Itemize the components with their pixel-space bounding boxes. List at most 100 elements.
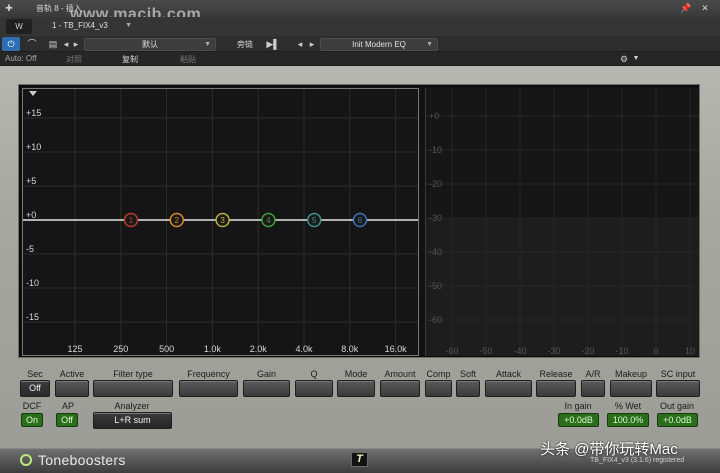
meter-y-tick-label: -50 — [429, 281, 442, 291]
makeup-control[interactable] — [610, 380, 652, 397]
x-tick-label: 8.0k — [341, 344, 359, 354]
soft-control[interactable] — [456, 380, 480, 397]
eq-band-handle-5[interactable]: 5 — [306, 212, 322, 228]
sc-input-control[interactable] — [656, 380, 700, 397]
host-toolbar: ⏻ ⌒ ▤ ◂ ▸ 默认 ▼ 旁链 ▶▌ ◂ ▸ Init Modern EQ … — [0, 36, 720, 52]
caption-watermark: 头条 @带你玩转Mac — [540, 441, 678, 458]
plugin-icon: W — [6, 19, 32, 34]
meter-x-tick-label: -40 — [513, 346, 526, 356]
filter-type-label: Filter type — [113, 369, 153, 379]
eq-band-handle-4[interactable]: 4 — [261, 212, 276, 228]
sec-control[interactable]: Off — [20, 380, 50, 397]
chevron-down-icon: ▼ — [426, 41, 433, 48]
plus-icon[interactable]: ✚ — [3, 0, 15, 16]
meter-y-tick-label: -20 — [429, 179, 442, 189]
y-tick-label: +15 — [26, 108, 41, 118]
q-label: Q — [310, 369, 318, 379]
meter-x-tick-label: 10 — [685, 346, 695, 356]
analyzer-label: Analyzer — [114, 401, 150, 411]
eq-band-handle-2[interactable]: 2 — [169, 212, 185, 228]
arrow-right-icon[interactable]: ▸ — [308, 37, 316, 51]
auto-label[interactable]: Auto: Off — [5, 54, 36, 63]
arrow-left-icon[interactable]: ◂ — [296, 37, 304, 51]
sidechain-label[interactable]: 旁链 — [237, 39, 253, 50]
meter-x-tick-label: -10 — [615, 346, 628, 356]
svg-text:2: 2 — [175, 216, 180, 225]
meter-y-tick-label: -40 — [429, 247, 442, 257]
ap-toggle[interactable]: Off — [56, 413, 78, 427]
compare-button[interactable]: 对照 — [66, 54, 82, 65]
comp-control[interactable] — [425, 380, 452, 397]
tb-logo-button[interactable]: T — [351, 452, 368, 467]
x-tick-label: 250 — [113, 344, 128, 354]
list-icon[interactable]: ▤ — [48, 37, 58, 51]
in-gain-field[interactable]: +0.0dB — [558, 413, 599, 427]
attack-label: Attack — [495, 369, 521, 379]
eq-graph-svg: +15+10+5+0-5-10-15125 250 500 1.0k 2.0k 4.0k 8… — [23, 89, 418, 355]
meter-y-tick-label: -10 — [429, 145, 442, 155]
ar-label: A/R — [585, 369, 601, 379]
makeup-label: Makeup — [614, 369, 648, 379]
sidechain-icon[interactable]: ▶▌ — [266, 37, 280, 51]
gain-label: Gain — [256, 369, 276, 379]
meter-svg: +0 -10 -20 -30 -40 -50 -60 -60 -50 -40 -30 -20 -10 0 1… — [426, 88, 699, 356]
meter-x-tick-label: -30 — [547, 346, 560, 356]
preset-slot-dropdown[interactable]: 1 - TB_FIX4_v3 ▼ — [52, 20, 136, 33]
headphones-icon[interactable]: ⌒ — [24, 37, 40, 51]
paste-button[interactable]: 粘贴 — [180, 54, 196, 65]
wet-field[interactable]: 100.0% — [607, 413, 649, 427]
wet-label: % Wet — [614, 401, 642, 411]
dcf-toggle[interactable]: On — [21, 413, 43, 427]
host-preset-bar: W 1 - TB_FIX4_v3 ▼ — [0, 17, 720, 36]
meter-x-tick-label: -60 — [445, 346, 458, 356]
eq-band-handle-6[interactable]: 6 — [352, 212, 368, 228]
copy-button[interactable]: 复制 — [122, 54, 138, 65]
meter-x-tick-label: 0 — [653, 346, 658, 356]
frequency-control[interactable] — [179, 380, 238, 397]
chevron-down-icon[interactable]: ▼ — [632, 52, 640, 66]
meter-y-tick-label: -30 — [429, 213, 442, 223]
sec-label: Sec — [27, 369, 43, 379]
eq-graph[interactable]: +15 +10 +5 +0 -5 -10 -15 125 250 500 1.0k 2.0k 4.0k 8… — [22, 88, 419, 356]
ap-label: AP — [61, 401, 74, 411]
x-tick-label: 16.0k — [385, 344, 408, 354]
mode-control[interactable] — [337, 380, 375, 397]
dcf-label: DCF — [22, 401, 42, 411]
y-tick-label: +5 — [26, 176, 36, 186]
gear-icon[interactable]: ⚙ — [618, 52, 630, 66]
arrow-left-icon[interactable]: ◂ — [62, 37, 70, 51]
active-label: Active — [59, 369, 85, 379]
power-icon[interactable]: ⏻ — [2, 37, 20, 51]
y-tick-label: +0 — [26, 210, 36, 220]
toneboosters-logo-icon — [20, 454, 32, 466]
x-tick-label: 125 — [67, 344, 82, 354]
eq-band-handle-1[interactable]: 1 — [123, 212, 139, 228]
frequency-label: Frequency — [187, 369, 230, 379]
default-preset-dropdown[interactable]: 默认 ▼ — [84, 38, 216, 51]
preset-slot-label: 1 - TB_FIX4_v3 — [52, 21, 108, 30]
close-icon[interactable]: ✕ — [699, 0, 711, 16]
analyzer-select[interactable]: L+R sum — [93, 412, 172, 429]
x-tick-label: 2.0k — [250, 344, 268, 354]
preset-name-dropdown[interactable]: Init Modern EQ ▼ — [320, 38, 438, 51]
gain-control[interactable] — [243, 380, 290, 397]
host-subtoolbar: Auto: Off 对照 复制 粘贴 ⚙ ▼ — [0, 52, 720, 66]
release-control[interactable] — [536, 380, 576, 397]
out-gain-field[interactable]: +0.0dB — [657, 413, 698, 427]
filter-type-control[interactable] — [93, 380, 173, 397]
amount-control[interactable] — [380, 380, 420, 397]
arrow-right-icon[interactable]: ▸ — [72, 37, 80, 51]
svg-text:1: 1 — [129, 216, 134, 225]
pin-icon[interactable]: 📌 — [680, 0, 692, 16]
y-tick-label: +10 — [26, 142, 41, 152]
ar-control[interactable] — [581, 380, 605, 397]
active-control[interactable] — [55, 380, 89, 397]
in-gain-label: In gain — [564, 401, 592, 411]
chevron-down-icon: ▼ — [125, 22, 132, 29]
q-control[interactable] — [295, 380, 333, 397]
meter-y-tick-label: +0 — [429, 111, 439, 121]
eq-band-handle-3[interactable]: 3 — [215, 212, 230, 228]
attack-control[interactable] — [485, 380, 532, 397]
x-tick-label: 4.0k — [295, 344, 313, 354]
chevron-down-icon: ▼ — [204, 41, 211, 48]
